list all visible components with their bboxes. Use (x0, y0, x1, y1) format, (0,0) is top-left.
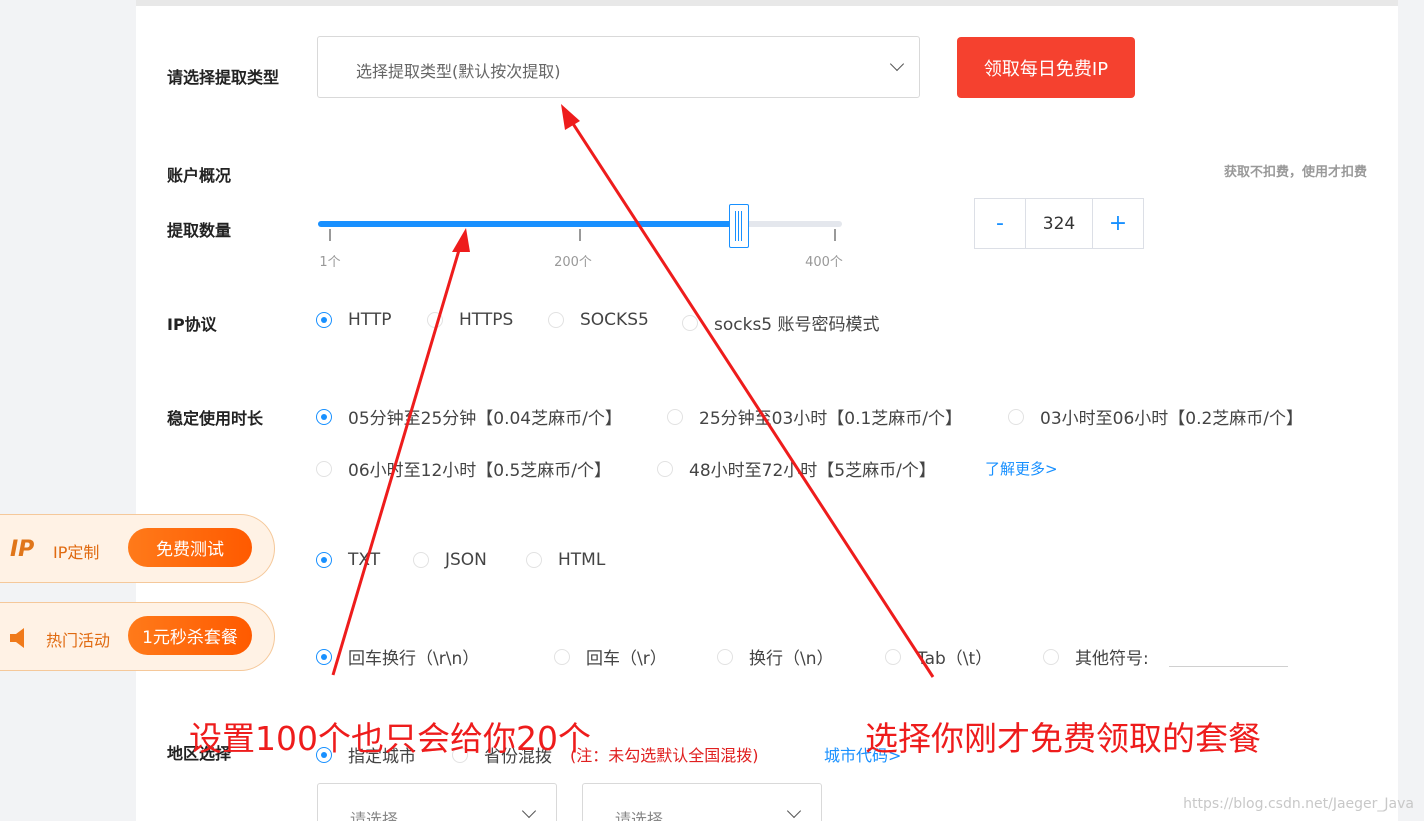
radio-icon (667, 408, 683, 425)
annotation-left: 设置100个也只会给你20个 (189, 719, 591, 758)
radio-icon (682, 314, 698, 331)
radio-selected-icon (316, 648, 332, 665)
slider-max-label: 400个 (805, 255, 843, 270)
option-label: JSON (445, 550, 487, 570)
billing-hint: 获取不扣费，使用才扣费 (1223, 165, 1367, 180)
select-placeholder: 请选择 (615, 810, 664, 821)
quantity-label: 提取数量 (167, 221, 232, 240)
ip-logo-icon: IP (10, 537, 35, 562)
duration-option[interactable]: 06小时至12小时【0.5芝麻币/个】 (316, 456, 611, 481)
radio-selected-icon (316, 552, 332, 568)
extract-type-select[interactable]: 选择提取类型(默认按次提取) (317, 36, 920, 98)
chevron-down-icon (786, 803, 802, 819)
option-label: 25分钟至03小时【0.1芝麻币/个】 (699, 409, 963, 429)
option-label: HTTPS (459, 310, 514, 330)
chevron-down-icon (889, 56, 905, 72)
slider-tick (579, 229, 581, 241)
option-label: 05分钟至25分钟【0.04芝麻币/个】 (348, 409, 622, 429)
quantity-stepper: - 324 + (974, 198, 1144, 249)
chevron-down-icon (521, 803, 537, 819)
annotation-right: 选择你刚才免费领取的套餐 (865, 719, 1261, 758)
option-label: Tab（\t） (917, 649, 993, 669)
format-option-json[interactable]: JSON (413, 550, 487, 570)
radio-icon (316, 460, 332, 477)
hot-activity-widget[interactable]: 热门活动 1元秒杀套餐 (0, 602, 275, 671)
slider-tick (834, 229, 836, 241)
watermark: https://blog.csdn.net/Jaeger_Java (1183, 796, 1414, 812)
city-select-1[interactable]: 请选择 (317, 783, 557, 821)
quantity-input[interactable]: 324 (1025, 199, 1093, 248)
slider-min-label: 1个 (319, 255, 341, 270)
radio-icon (413, 552, 429, 568)
radio-selected-icon (316, 408, 332, 425)
duration-option[interactable]: 05分钟至25分钟【0.04芝麻币/个】 (316, 404, 622, 429)
extract-type-placeholder: 选择提取类型(默认按次提取) (356, 62, 561, 81)
option-label: 03小时至06小时【0.2芝麻币/个】 (1040, 409, 1304, 429)
ip-custom-widget[interactable]: IP IP定制 免费测试 (0, 514, 275, 583)
flash-sale-button[interactable]: 1元秒杀套餐 (128, 616, 252, 655)
radio-icon (657, 460, 673, 477)
learn-more-link[interactable]: 了解更多> (985, 458, 1058, 479)
option-label: 48小时至72小时【5芝麻币/个】 (689, 461, 936, 481)
radio-icon (427, 312, 443, 328)
option-label: SOCKS5 (580, 310, 649, 330)
protocol-option-socks5-auth[interactable]: socks5 账号密码模式 (682, 310, 880, 335)
option-label: 06小时至12小时【0.5芝麻币/个】 (348, 461, 612, 481)
protocol-option-http[interactable]: HTTP (316, 310, 392, 330)
option-label: 回车换行（\r\n） (348, 649, 480, 669)
radio-icon (717, 648, 733, 665)
ip-custom-label: IP定制 (53, 543, 100, 562)
duration-option[interactable]: 03小时至06小时【0.2芝麻币/个】 (1008, 404, 1303, 429)
format-option-txt[interactable]: TXT (316, 550, 380, 570)
option-label: HTTP (348, 310, 392, 330)
protocol-option-https[interactable]: HTTPS (427, 310, 513, 330)
radio-icon (1043, 648, 1059, 665)
option-label: 换行（\n） (749, 649, 834, 669)
account-label: 账户概况 (167, 166, 232, 185)
increment-button[interactable]: + (1093, 199, 1143, 248)
radio-icon (885, 648, 901, 665)
duration-option[interactable]: 48小时至72小时【5芝麻币/个】 (657, 456, 936, 481)
radio-icon (1008, 408, 1024, 425)
separator-option[interactable]: 回车换行（\r\n） (316, 644, 479, 669)
city-select-2[interactable]: 请选择 (582, 783, 822, 821)
extract-type-label: 请选择提取类型 (167, 68, 280, 87)
option-label: 回车（\r） (586, 649, 667, 669)
radio-icon (526, 552, 542, 568)
separator-option[interactable]: Tab（\t） (885, 644, 992, 669)
separator-option[interactable]: 换行（\n） (717, 644, 834, 669)
option-label: HTML (558, 550, 606, 570)
slider-mid-label: 200个 (554, 255, 592, 270)
option-label: socks5 账号密码模式 (714, 315, 880, 335)
free-test-button[interactable]: 免费测试 (128, 528, 252, 567)
protocol-label: IP协议 (167, 315, 217, 334)
other-separator-input[interactable] (1169, 666, 1288, 667)
separator-option[interactable]: 其他符号: (1043, 644, 1149, 669)
protocol-option-socks5[interactable]: SOCKS5 (548, 310, 649, 330)
quantity-slider-handle[interactable] (728, 204, 749, 248)
duration-label: 稳定使用时长 (167, 409, 264, 428)
decrement-button[interactable]: - (975, 199, 1025, 248)
quantity-slider-track[interactable] (318, 221, 842, 227)
radio-icon (554, 648, 570, 665)
quantity-slider-fill (318, 221, 739, 227)
select-placeholder: 请选择 (350, 810, 399, 821)
speaker-icon (10, 628, 24, 648)
format-option-html[interactable]: HTML (526, 550, 605, 570)
option-label: 其他符号: (1075, 649, 1149, 669)
radio-selected-icon (316, 312, 332, 328)
region-note: (注：未勾选默认全国混拨) (570, 746, 759, 765)
separator-option[interactable]: 回车（\r） (554, 644, 667, 669)
option-label: TXT (348, 550, 381, 570)
hot-activity-label: 热门活动 (46, 631, 111, 650)
slider-tick (329, 229, 331, 241)
duration-option[interactable]: 25分钟至03小时【0.1芝麻币/个】 (667, 404, 962, 429)
free-ip-button[interactable]: 领取每日免费IP (957, 37, 1135, 98)
radio-icon (548, 312, 564, 328)
